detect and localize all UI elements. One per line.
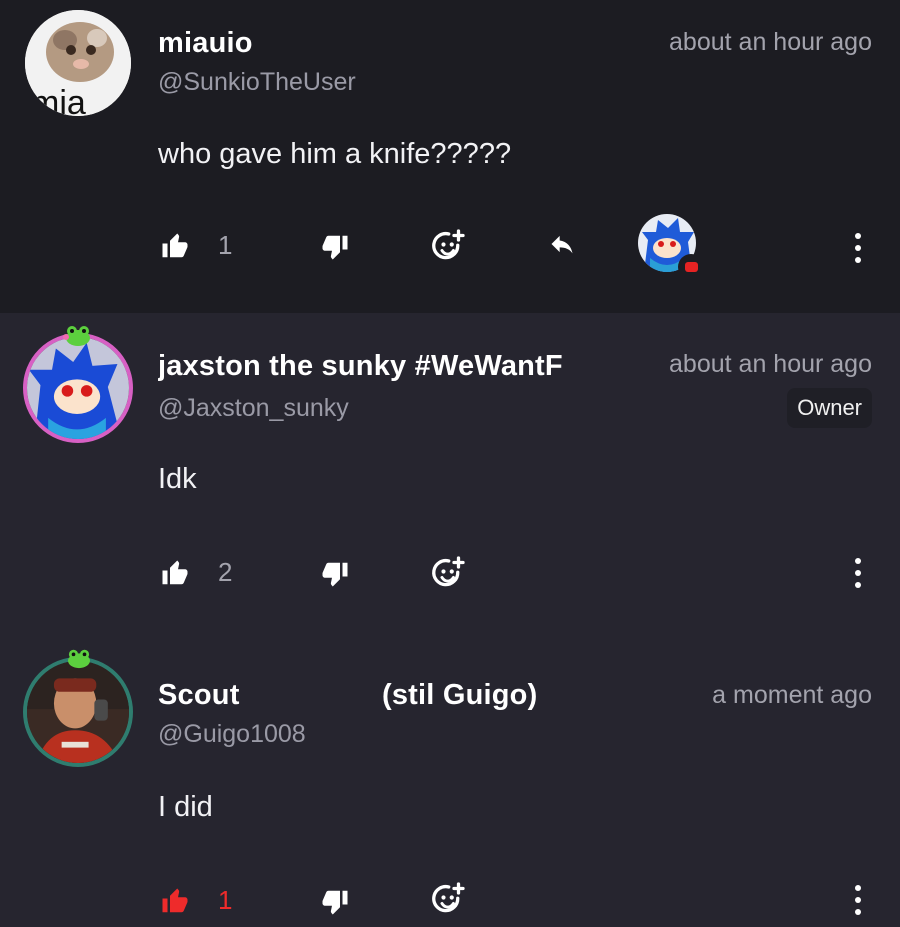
dislike-button[interactable] (320, 232, 350, 262)
avatar-caption: mia (31, 84, 86, 116)
dislike-button[interactable] (320, 887, 350, 917)
frog-hat-icon (63, 326, 90, 346)
comment-text: Idk (158, 463, 197, 495)
comment-item: jaxston the sunky #WeWantF @Jaxston_sunk… (0, 313, 900, 643)
timestamp: about an hour ago (669, 28, 872, 56)
add-reaction-button[interactable] (430, 228, 466, 264)
more-options-button[interactable] (852, 885, 864, 915)
more-options-button[interactable] (852, 233, 864, 263)
add-reaction-icon (432, 882, 465, 913)
avatar[interactable] (23, 657, 133, 767)
comment-item: Scout (stil Guigo) @Guigo1008 a moment a… (0, 643, 900, 927)
author-name-suffix[interactable]: (stil Guigo) (382, 679, 537, 712)
owner-badge: Owner (787, 388, 872, 428)
add-reaction-button[interactable] (430, 881, 466, 917)
frog-hat-icon (68, 649, 90, 669)
dislike-button[interactable] (320, 559, 350, 589)
thumbs-down-icon (322, 562, 348, 587)
thumbs-down-icon (322, 235, 348, 260)
more-vertical-icon (855, 885, 861, 891)
reply-icon (551, 235, 573, 254)
timestamp: about an hour ago (669, 350, 872, 378)
more-vertical-icon (855, 233, 861, 239)
author-handle[interactable]: @Jaxston_sunky (158, 394, 349, 423)
like-count: 1 (218, 230, 233, 260)
thumbs-down-icon (322, 890, 348, 915)
creator-heart-avatar[interactable] (638, 214, 704, 280)
thumbs-up-icon (162, 233, 188, 257)
thumbs-up-icon (162, 888, 188, 912)
avatar[interactable]: mia (25, 10, 131, 116)
like-button[interactable]: 2 (160, 557, 232, 588)
thumbs-up-icon (162, 560, 188, 584)
heart-badge-icon (678, 254, 704, 280)
add-reaction-icon (432, 229, 465, 260)
like-count: 1 (218, 885, 233, 915)
comment-item: mia miauio @SunkioTheUser about an hour … (0, 0, 900, 313)
avatar[interactable] (23, 333, 133, 443)
like-count: 2 (218, 557, 233, 587)
author-name[interactable]: jaxston the sunky #WeWantF (158, 350, 620, 383)
more-vertical-icon (855, 558, 861, 564)
author-handle[interactable]: @SunkioTheUser (158, 68, 356, 97)
like-button[interactable]: 1 (160, 230, 232, 261)
reply-button[interactable] (546, 230, 578, 258)
add-reaction-button[interactable] (430, 555, 466, 591)
author-name[interactable]: miauio (158, 27, 253, 60)
author-handle[interactable]: @Guigo1008 (158, 720, 306, 749)
add-reaction-icon (432, 556, 465, 587)
author-name[interactable]: Scout (158, 679, 240, 712)
timestamp: a moment ago (712, 681, 872, 709)
more-options-button[interactable] (852, 558, 864, 588)
like-button[interactable]: 1 (160, 885, 232, 916)
comment-text: I did (158, 791, 213, 823)
comment-text: who gave him a knife????? (158, 138, 512, 170)
